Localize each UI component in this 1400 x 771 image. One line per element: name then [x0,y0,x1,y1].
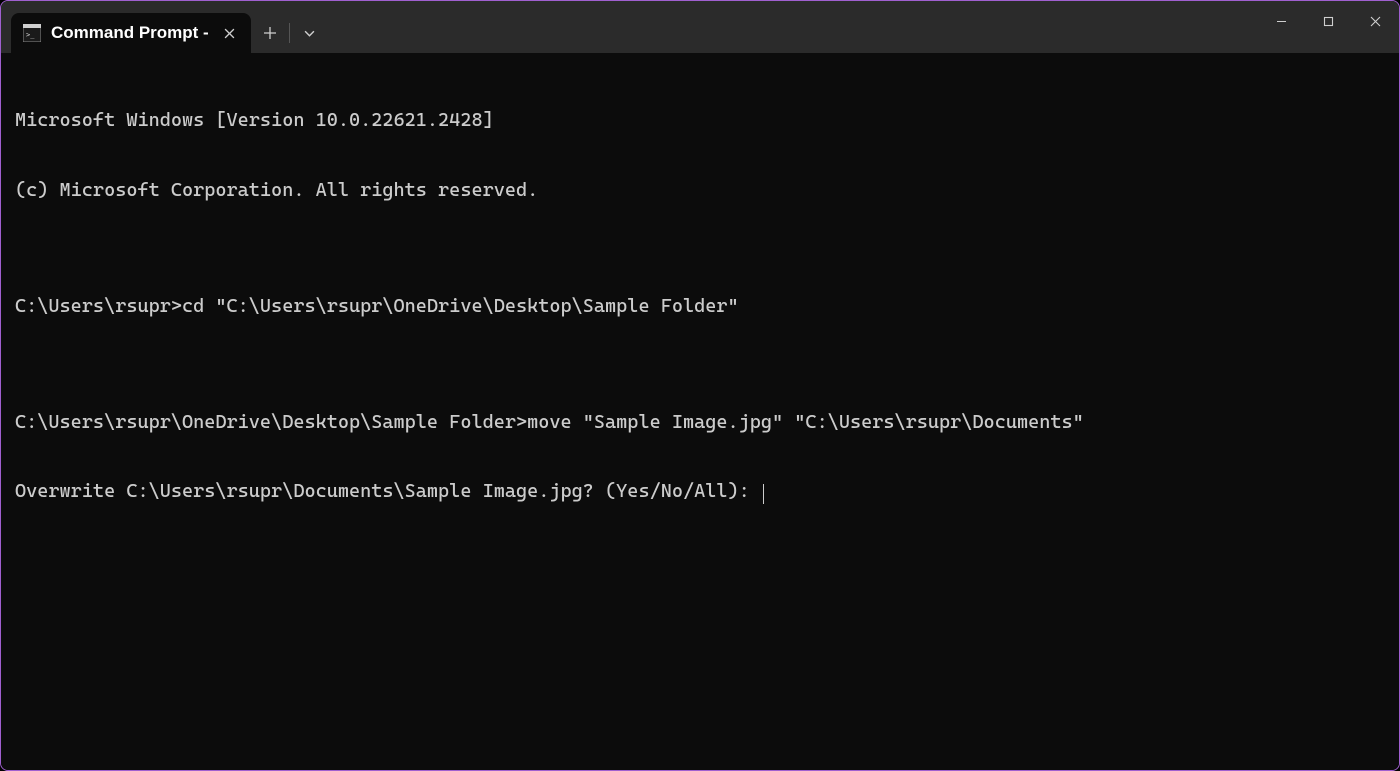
terminal-prompt-text: Overwrite C:\Users\rsupr\Documents\Sampl… [15,480,761,502]
svg-text:>_: >_ [26,31,35,39]
terminal-prompt-line: Overwrite C:\Users\rsupr\Documents\Sampl… [15,480,1385,503]
maximize-button[interactable] [1305,1,1352,41]
tab-title: Command Prompt - [51,23,209,43]
new-tab-button[interactable] [251,14,289,52]
tab-close-button[interactable] [219,23,239,43]
terminal-line: C:\Users\rsupr\OneDrive\Desktop\Sample F… [15,411,1385,434]
cmd-icon: >_ [23,24,41,42]
minimize-button[interactable] [1258,1,1305,41]
terminal-line: C:\Users\rsupr>cd "C:\Users\rsupr\OneDri… [15,295,1385,318]
terminal-line: (c) Microsoft Corporation. All rights re… [15,179,1385,202]
terminal-line: Microsoft Windows [Version 10.0.22621.24… [15,109,1385,132]
tab-command-prompt[interactable]: >_ Command Prompt - [11,13,251,53]
close-button[interactable] [1352,1,1399,41]
cursor [763,484,765,504]
titlebar[interactable]: >_ Command Prompt - [1,1,1399,53]
tab-strip: >_ Command Prompt - [1,1,328,53]
terminal-window: >_ Command Prompt - [0,0,1400,771]
tab-actions [251,13,328,53]
tab-dropdown-button[interactable] [290,14,328,52]
window-controls [1258,1,1399,41]
terminal-body[interactable]: Microsoft Windows [Version 10.0.22621.24… [1,53,1399,770]
